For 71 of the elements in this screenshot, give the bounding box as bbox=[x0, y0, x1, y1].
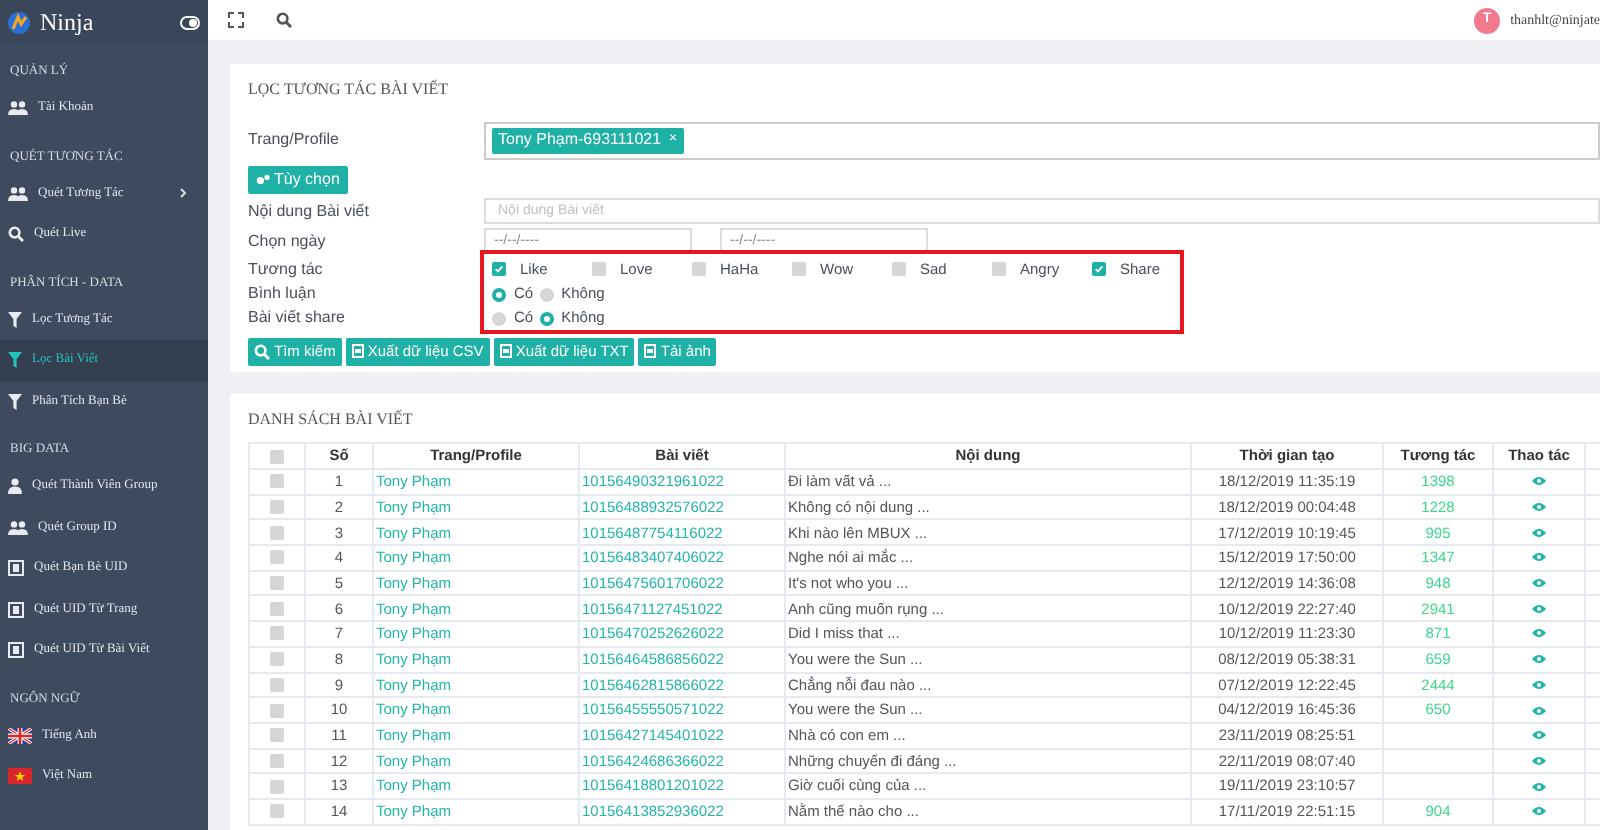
checkbox[interactable] bbox=[892, 262, 906, 276]
field-label: Bài viết share bbox=[248, 306, 347, 330]
select-all-checkbox[interactable] bbox=[270, 449, 284, 463]
radio-button[interactable] bbox=[539, 311, 554, 325]
row-checkbox[interactable] bbox=[270, 652, 284, 667]
row-checkbox[interactable] bbox=[270, 677, 284, 692]
view-eye-icon bbox=[1532, 527, 1546, 538]
card-title: LỌC TƯƠNG TÁC BÀI VIẾT bbox=[248, 78, 450, 102]
view-eye-icon bbox=[1532, 552, 1546, 563]
search-icon bbox=[276, 12, 292, 28]
view-eye-icon bbox=[1532, 755, 1546, 766]
row-checkbox[interactable] bbox=[270, 525, 284, 540]
brand-name: Ninja bbox=[40, 6, 94, 40]
row-checkbox[interactable] bbox=[270, 728, 284, 743]
user-icon bbox=[8, 478, 22, 495]
view-eye-icon bbox=[1532, 705, 1546, 716]
file-icon bbox=[499, 344, 512, 358]
view-eye-icon bbox=[1532, 628, 1546, 639]
checkbox[interactable] bbox=[1092, 262, 1106, 276]
row-checkbox[interactable] bbox=[270, 601, 284, 616]
view-eye-icon bbox=[1532, 654, 1546, 665]
card-title: DANH SÁCH BÀI VIẾT bbox=[248, 408, 415, 432]
toggle-icon bbox=[180, 15, 200, 29]
vietnam-flag-icon bbox=[8, 768, 32, 785]
field-label: Chọn ngày bbox=[248, 229, 328, 253]
logo-icon bbox=[8, 11, 30, 33]
checkbox[interactable] bbox=[592, 262, 606, 276]
users-icon bbox=[8, 519, 28, 536]
checkbox[interactable] bbox=[692, 262, 706, 276]
view-eye-icon bbox=[1532, 781, 1546, 792]
field-label: Nội dung Bài viết bbox=[248, 199, 371, 223]
id-card-icon bbox=[8, 560, 24, 577]
id-card-icon bbox=[8, 601, 24, 618]
filter-icon bbox=[8, 393, 22, 410]
view-eye-icon bbox=[1532, 502, 1546, 513]
view-eye-icon bbox=[1532, 578, 1546, 589]
search-icon bbox=[254, 343, 270, 359]
row-checkbox[interactable] bbox=[270, 474, 284, 489]
file-icon bbox=[644, 344, 657, 358]
checkbox[interactable] bbox=[792, 262, 806, 276]
row-checkbox[interactable] bbox=[270, 804, 284, 819]
row-checkbox[interactable] bbox=[270, 500, 284, 515]
view-eye-icon bbox=[1532, 603, 1546, 614]
id-card-icon bbox=[8, 642, 24, 659]
row-checkbox[interactable] bbox=[270, 626, 284, 641]
row-checkbox[interactable] bbox=[270, 550, 284, 565]
row-checkbox[interactable] bbox=[270, 753, 284, 768]
row-checkbox[interactable] bbox=[270, 576, 284, 591]
view-eye-icon bbox=[1532, 476, 1546, 487]
field-label: Bình luận bbox=[248, 282, 318, 306]
field-label: Trang/Profile bbox=[248, 128, 341, 152]
search-icon bbox=[8, 226, 24, 243]
users-icon bbox=[8, 100, 28, 117]
options-button[interactable]: Tùy chọn bbox=[248, 165, 348, 193]
checkbox[interactable] bbox=[492, 262, 506, 276]
filter-icon bbox=[8, 352, 22, 369]
uk-flag-icon bbox=[8, 727, 32, 744]
radio-button[interactable] bbox=[492, 311, 506, 325]
checkbox[interactable] bbox=[992, 262, 1006, 276]
fullscreen-icon bbox=[228, 12, 244, 28]
radio-button[interactable] bbox=[539, 287, 554, 301]
file-icon bbox=[351, 344, 364, 358]
row-checkbox[interactable] bbox=[270, 703, 284, 718]
radio-button[interactable] bbox=[492, 287, 506, 301]
filter-icon bbox=[8, 311, 22, 328]
field-label: Tương tác bbox=[248, 257, 325, 281]
view-eye-icon bbox=[1532, 730, 1546, 741]
view-eye-icon bbox=[1532, 679, 1546, 690]
view-eye-icon bbox=[1532, 806, 1546, 817]
users-icon bbox=[8, 185, 28, 202]
row-checkbox[interactable] bbox=[270, 779, 284, 794]
